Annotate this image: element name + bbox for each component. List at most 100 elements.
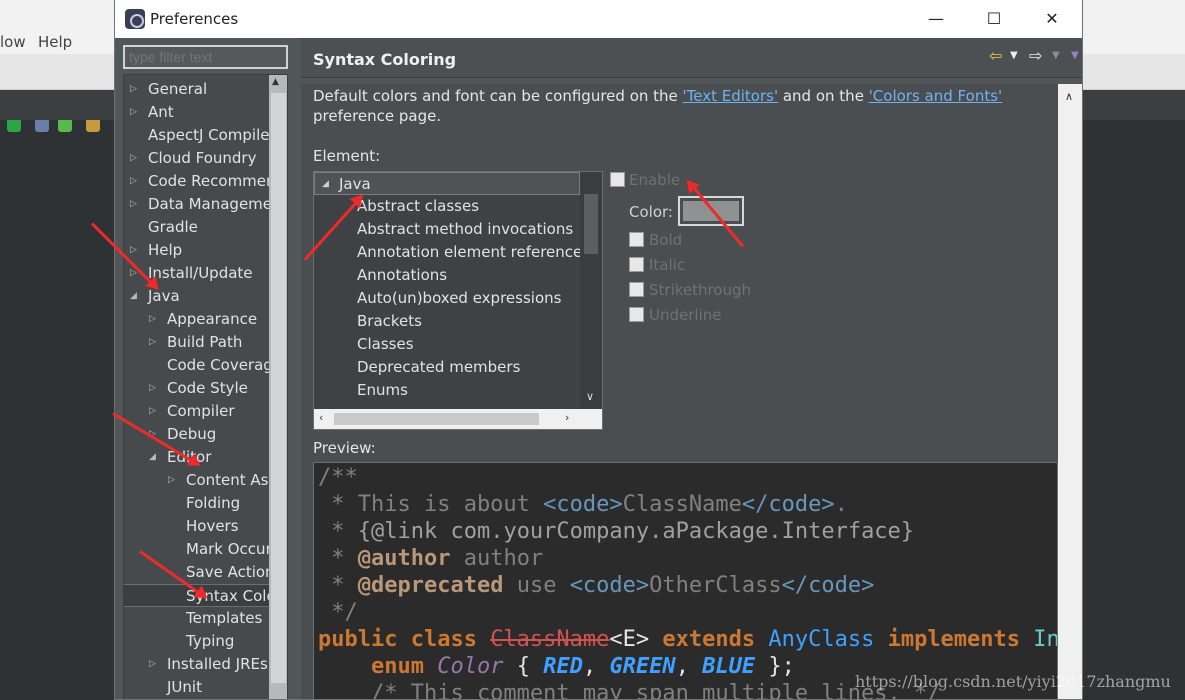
tree-item[interactable]: Code Coverage: [124, 354, 282, 377]
element-list-scrollbar-thumb[interactable]: [584, 194, 598, 254]
back-arrow-icon[interactable]: ⇦: [989, 46, 1002, 65]
filter-input[interactable]: [123, 45, 288, 69]
strikethrough-checkbox[interactable]: [629, 282, 644, 297]
expand-closed-icon[interactable]: ▷: [130, 101, 137, 124]
expand-closed-icon[interactable]: ▷: [130, 78, 137, 101]
tree-item[interactable]: Save Actions: [124, 561, 282, 584]
code-token: .: [834, 492, 848, 517]
tree-item-label: General: [148, 80, 208, 98]
expand-closed-icon[interactable]: ▷: [168, 469, 175, 492]
tree-item[interactable]: Typing: [124, 630, 269, 653]
element-item[interactable]: Enums: [357, 379, 408, 402]
tree-item[interactable]: ▷ General: [124, 78, 269, 101]
code-token: *: [318, 519, 358, 544]
page-scrollbar[interactable]: [1058, 84, 1082, 699]
preference-tree: ▷ General ▷ Ant AspectJ Compiler ▷ Cloud Found…: [123, 74, 288, 699]
tree-item[interactable]: JUnit: [124, 676, 269, 699]
spring-icon[interactable]: [58, 118, 72, 132]
expand-closed-icon[interactable]: ▷: [130, 147, 137, 170]
scroll-up-icon[interactable]: ▲: [272, 77, 279, 87]
scroll-down-icon[interactable]: ∨: [586, 390, 594, 403]
package-icon[interactable]: [86, 118, 100, 132]
dialog-titlebar[interactable]: Preferences — ☐ ✕: [115, 0, 1082, 38]
code-line: * @author author: [318, 546, 543, 571]
tree-item[interactable]: ◢ Java: [124, 285, 269, 308]
expand-closed-icon[interactable]: ▷: [130, 239, 137, 262]
tree-item[interactable]: ▷ Installed JREs: [124, 653, 269, 676]
underline-checkbox[interactable]: [629, 307, 644, 322]
code-token: use: [503, 573, 570, 598]
tree-item[interactable]: Gradle: [124, 216, 269, 239]
minimize-button[interactable]: —: [907, 0, 965, 38]
tree-scrollbar-thumb[interactable]: [271, 93, 286, 683]
tree-item[interactable]: ▷ Data Management: [124, 193, 287, 216]
expand-closed-icon[interactable]: ▷: [130, 170, 137, 193]
expand-closed-icon[interactable]: ▷: [149, 653, 156, 676]
code-token: @deprecated: [357, 573, 504, 598]
tree-item[interactable]: ▷ Compiler: [124, 400, 269, 423]
server-icon[interactable]: [35, 118, 49, 132]
scroll-up-icon[interactable]: ∧: [1065, 90, 1073, 103]
element-item[interactable]: Annotations: [357, 264, 447, 287]
tree-item[interactable]: AspectJ Compiler: [124, 124, 276, 147]
strikethrough-label: Strikethrough: [649, 281, 752, 299]
dialog-title: Preferences: [150, 10, 239, 28]
enable-checkbox[interactable]: [610, 172, 625, 187]
tree-item[interactable]: Hovers: [124, 515, 269, 538]
preview-label: Preview:: [313, 439, 376, 457]
watermark: https://blog.csdn.net/yiyi2017zhangmu: [855, 672, 1171, 691]
forward-arrow-icon[interactable]: ⇨: [1029, 46, 1042, 65]
bold-checkbox[interactable]: [629, 232, 644, 247]
view-menu-icon[interactable]: ▼: [1071, 50, 1079, 61]
forward-dropdown-icon[interactable]: ▼: [1052, 50, 1060, 61]
tree-item[interactable]: Folding: [124, 492, 269, 515]
scroll-left-icon[interactable]: ‹: [319, 411, 323, 424]
code-token: public class: [318, 627, 491, 652]
expand-open-icon[interactable]: ◢: [322, 173, 329, 196]
tree-item[interactable]: ▷ Cloud Foundry: [124, 147, 269, 170]
tree-item[interactable]: ▷ Install/Update: [124, 262, 269, 285]
expand-closed-icon[interactable]: ▷: [130, 193, 137, 216]
preferences-dialog: Preferences — ☐ ✕ ▷ General ▷ Ant AspectJ Co…: [114, 0, 1083, 700]
element-list: ◢ Java Abstract classes Abstract method i…: [313, 171, 603, 430]
expand-closed-icon[interactable]: ▷: [149, 377, 156, 400]
tree-item-label: Code Recommenders: [148, 172, 287, 190]
element-item[interactable]: Abstract classes: [357, 195, 479, 218]
code-line: /**: [318, 465, 358, 490]
tree-item[interactable]: ▷ Appearance: [124, 308, 269, 331]
text-editors-link[interactable]: 'Text Editors': [683, 87, 779, 105]
element-item[interactable]: Abstract method invocations: [357, 218, 573, 241]
element-item[interactable]: Auto(un)boxed expressions: [357, 287, 561, 310]
element-item[interactable]: Brackets: [357, 310, 422, 333]
expand-open-icon[interactable]: ◢: [149, 446, 156, 469]
scroll-right-icon[interactable]: ›: [565, 411, 569, 424]
tree-item[interactable]: ▷ Ant: [124, 101, 269, 124]
menu-window-partial[interactable]: low: [0, 33, 26, 51]
tree-item[interactable]: ▷ Content Assist: [124, 469, 287, 492]
expand-closed-icon[interactable]: ▷: [149, 400, 156, 423]
expand-closed-icon[interactable]: ▷: [149, 331, 156, 354]
element-item[interactable]: Annotation element references: [357, 241, 590, 264]
tree-item[interactable]: ▷ Code Recommenders: [124, 170, 287, 193]
tree-item[interactable]: ▷ Code Style: [124, 377, 269, 400]
expand-open-icon[interactable]: ◢: [130, 285, 137, 308]
close-button[interactable]: ✕: [1023, 0, 1081, 38]
maximize-button[interactable]: ☐: [965, 0, 1023, 38]
run-icon[interactable]: [7, 118, 21, 132]
code-token: enum: [318, 654, 438, 679]
tree-item[interactable]: Templates: [124, 607, 269, 630]
back-dropdown-icon[interactable]: ▼: [1010, 50, 1018, 61]
code-token: ,: [675, 654, 703, 679]
element-root-java[interactable]: ◢ Java: [314, 172, 580, 195]
page-content: Default colors and font can be configure…: [301, 84, 1058, 699]
element-item[interactable]: Classes: [357, 333, 414, 356]
code-token: implements: [887, 627, 1034, 652]
menu-help[interactable]: Help: [38, 33, 72, 51]
tree-item[interactable]: ▷ Build Path: [124, 331, 269, 354]
tree-item[interactable]: ▷ Help: [124, 239, 269, 262]
expand-closed-icon[interactable]: ▷: [149, 308, 156, 331]
element-item[interactable]: Deprecated members: [357, 356, 520, 379]
element-list-hscrollbar-thumb[interactable]: [334, 413, 539, 425]
colors-and-fonts-link[interactable]: 'Colors and Fonts': [869, 87, 1002, 105]
italic-checkbox[interactable]: [629, 257, 644, 272]
